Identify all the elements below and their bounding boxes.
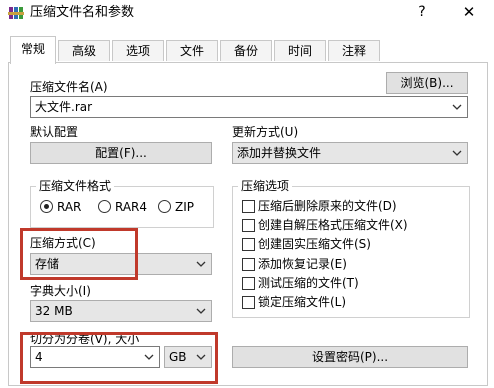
- chevron-down-icon[interactable]: [195, 351, 207, 363]
- checkbox-test-files-label: 测试压缩的文件(T): [258, 276, 359, 290]
- checkbox-solid[interactable]: [242, 238, 255, 251]
- archive-format-title: 压缩文件格式: [36, 178, 115, 194]
- update-mode-label: 更新方式(U): [232, 125, 299, 139]
- checkbox-delete-after-label: 压缩后删除原来的文件(D): [258, 199, 397, 213]
- radio-zip[interactable]: [158, 200, 171, 213]
- checkbox-create-sfx[interactable]: [242, 219, 255, 232]
- checkbox-recovery-record-label: 添加恢复记录(E): [258, 257, 347, 271]
- dictionary-size-label: 字典大小(I): [30, 284, 91, 298]
- split-unit-select[interactable]: GB: [164, 346, 212, 368]
- archive-name-field[interactable]: 大文件.rar: [30, 96, 468, 118]
- checkbox-lock-archive[interactable]: [242, 296, 255, 309]
- compression-method-value: 存储: [35, 257, 60, 271]
- checkbox-recovery-record[interactable]: [242, 258, 255, 271]
- dictionary-size-value: 32 MB: [35, 304, 73, 318]
- checkbox-create-sfx-label: 创建自解压格式压缩文件(X): [258, 218, 408, 232]
- chevron-down-icon[interactable]: [451, 147, 463, 159]
- radio-zip-label: ZIP: [175, 200, 194, 214]
- help-button[interactable]: ?: [410, 2, 434, 22]
- tab-options[interactable]: 选项: [112, 40, 164, 61]
- chevron-down-icon[interactable]: [195, 305, 207, 317]
- checkbox-lock-archive-label: 锁定压缩文件(L): [258, 295, 347, 309]
- update-mode-value: 添加并替换文件: [237, 146, 322, 160]
- radio-rar4[interactable]: [98, 200, 111, 213]
- update-mode-select[interactable]: 添加并替换文件: [232, 142, 468, 164]
- default-profile-label: 默认配置: [30, 125, 79, 139]
- profiles-button[interactable]: 配置(F)...: [30, 142, 212, 164]
- set-password-button[interactable]: 设置密码(P)...: [232, 346, 468, 368]
- checkbox-delete-after[interactable]: [242, 200, 255, 213]
- winrar-app-icon: [8, 7, 24, 19]
- tab-general[interactable]: 常规: [10, 36, 56, 64]
- tab-files[interactable]: 文件: [166, 40, 218, 61]
- checkbox-test-files[interactable]: [242, 277, 255, 290]
- archive-name-label: 压缩文件名(A): [30, 80, 108, 94]
- tab-comment[interactable]: 注释: [328, 40, 380, 61]
- compression-method-label: 压缩方式(C): [30, 236, 96, 250]
- radio-rar4-label: RAR4: [115, 200, 148, 214]
- chevron-down-icon[interactable]: [143, 351, 155, 363]
- browse-button[interactable]: 浏览(B)...: [386, 72, 468, 94]
- chevron-down-icon[interactable]: [451, 101, 463, 113]
- dictionary-size-select[interactable]: 32 MB: [30, 300, 212, 322]
- title-bar: 压缩文件名和参数 ? ✕: [0, 0, 494, 26]
- tab-advanced[interactable]: 高级: [58, 40, 110, 61]
- chevron-down-icon[interactable]: [195, 258, 207, 270]
- tab-time[interactable]: 时间: [274, 40, 326, 61]
- compression-options-title: 压缩选项: [238, 178, 293, 194]
- archive-name-value: 大文件.rar: [35, 100, 93, 114]
- split-size-value: 4: [35, 350, 43, 364]
- split-unit-value: GB: [169, 350, 187, 364]
- close-button[interactable]: ✕: [456, 2, 482, 22]
- tab-backup[interactable]: 备份: [220, 40, 272, 61]
- window-title: 压缩文件名和参数: [30, 5, 135, 20]
- radio-rar[interactable]: [40, 200, 53, 213]
- split-size-field[interactable]: 4: [30, 346, 160, 368]
- split-volumes-label: 切分为分卷(V), 大小: [30, 332, 140, 346]
- radio-rar-label: RAR: [57, 200, 82, 214]
- compression-method-select[interactable]: 存储: [30, 253, 212, 275]
- checkbox-solid-label: 创建固实压缩文件(S): [258, 237, 371, 251]
